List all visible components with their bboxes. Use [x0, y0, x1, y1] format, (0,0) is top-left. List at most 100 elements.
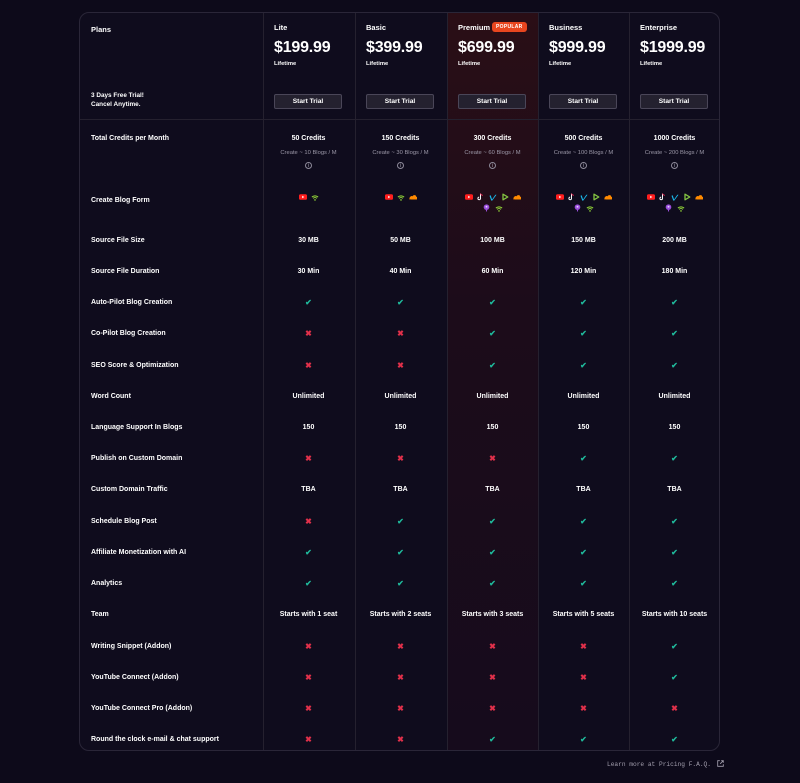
feature-value: 30 Min [297, 268, 320, 275]
check-icon: ✔ [397, 548, 404, 557]
plan-price: $1999.99 [640, 39, 706, 56]
info-icon[interactable]: i [397, 162, 404, 169]
info-icon[interactable]: i [580, 162, 587, 169]
pricing-table: Plans 3 Days Free Trial! Cancel Anytime.… [79, 12, 720, 751]
youtube-icon [298, 193, 307, 201]
soundcloud-icon [694, 193, 703, 201]
feature-value: 200 MB [662, 237, 687, 244]
check-icon: ✔ [489, 579, 496, 588]
platform-icons [552, 193, 615, 212]
header-divider [80, 119, 719, 120]
platform-icons [461, 193, 524, 212]
feature-value: 150 [486, 424, 499, 431]
rumble-icon [683, 193, 691, 201]
credits-blogs-estimate: Create ~ 10 Blogs / M [280, 150, 337, 156]
plan-price: $999.99 [549, 39, 606, 56]
start-trial-button[interactable]: Start Trial [366, 94, 434, 109]
check-icon: ✔ [580, 329, 587, 338]
check-icon: ✔ [671, 517, 678, 526]
cross-icon: ✖ [397, 673, 404, 682]
check-icon: ✔ [305, 548, 312, 557]
feature-label: SEO Score & Optimization [91, 362, 179, 369]
feature-value: 100 MB [480, 237, 505, 244]
trial-note: 3 Days Free Trial! Cancel Anytime. [91, 92, 144, 109]
rss-icon [311, 193, 319, 201]
feature-label: Auto-Pilot Blog Creation [91, 299, 173, 306]
feature-value: TBA [576, 486, 591, 493]
credits-value: 300 Credits [473, 135, 512, 142]
rss-icon [397, 193, 405, 201]
plan-period: Lifetime [274, 61, 297, 67]
check-icon: ✔ [305, 579, 312, 588]
tiktok-icon [568, 193, 576, 201]
check-icon: ✔ [489, 329, 496, 338]
cross-icon: ✖ [305, 361, 312, 370]
feature-label: Language Support In Blogs [91, 424, 183, 431]
plan-column-premium: Premium POPULAR $699.99 Lifetime Start Trial [447, 13, 538, 119]
cross-icon: ✖ [397, 704, 404, 713]
feature-value: 60 Min [481, 268, 504, 275]
feature-value: Starts with 2 seats [369, 611, 432, 618]
info-icon[interactable]: i [671, 162, 678, 169]
check-icon: ✔ [671, 298, 678, 307]
feature-label: Custom Domain Traffic [91, 486, 168, 493]
feature-value: 150 [302, 424, 315, 431]
platform-icons [643, 193, 706, 212]
premium-column-highlight [447, 13, 538, 750]
soundcloud-icon [603, 193, 612, 201]
plan-name: Lite [274, 23, 288, 32]
start-trial-button[interactable]: Start Trial [458, 94, 526, 109]
podcast-icon [665, 204, 673, 212]
plan-name: Enterprise [640, 23, 678, 32]
podcast-icon [574, 204, 582, 212]
check-icon: ✔ [489, 517, 496, 526]
check-icon: ✔ [489, 548, 496, 557]
cross-icon: ✖ [305, 642, 312, 651]
start-trial-button[interactable]: Start Trial [549, 94, 617, 109]
check-icon: ✔ [671, 361, 678, 370]
rss-icon [586, 204, 594, 212]
external-link-icon [716, 760, 724, 769]
feature-label: Total Credits per Month [91, 135, 170, 142]
info-icon[interactable]: i [489, 162, 496, 169]
credits-value: 500 Credits [564, 135, 603, 142]
feature-value: 40 Min [389, 268, 412, 275]
cross-icon: ✖ [397, 642, 404, 651]
start-trial-button[interactable]: Start Trial [274, 94, 342, 109]
start-trial-button[interactable]: Start Trial [640, 94, 708, 109]
column-divider [263, 13, 264, 750]
youtube-icon [646, 193, 655, 201]
cross-icon: ✖ [305, 673, 312, 682]
feature-value: Starts with 1 seat [279, 611, 338, 618]
rss-icon [495, 204, 503, 212]
credits-blogs-estimate: Create ~ 60 Blogs / M [464, 150, 521, 156]
plan-period: Lifetime [640, 61, 663, 67]
check-icon: ✔ [671, 329, 678, 338]
feature-label: Co-Pilot Blog Creation [91, 330, 166, 337]
check-icon: ✔ [397, 517, 404, 526]
plan-period: Lifetime [458, 61, 481, 67]
feature-value: 150 [577, 424, 590, 431]
credits-blogs-estimate: Create ~ 100 Blogs / M [553, 150, 614, 156]
feature-value: TBA [485, 486, 500, 493]
plan-period: Lifetime [549, 61, 572, 67]
feature-label: YouTube Connect (Addon) [91, 674, 179, 681]
info-icon[interactable]: i [305, 162, 312, 169]
column-divider [447, 13, 448, 750]
check-icon: ✔ [671, 673, 678, 682]
feature-value: 180 Min [661, 268, 688, 275]
youtube-icon [384, 193, 393, 201]
popular-badge: POPULAR [492, 22, 527, 32]
feature-value: Starts with 3 seats [461, 611, 524, 618]
check-icon: ✔ [580, 517, 587, 526]
cross-icon: ✖ [489, 454, 496, 463]
pricing-faq-link-text[interactable]: Learn more at Pricing F.A.Q. [607, 761, 711, 768]
tiktok-icon [477, 193, 485, 201]
credits-value: 150 Credits [381, 135, 420, 142]
check-icon: ✔ [580, 298, 587, 307]
feature-value: 150 [668, 424, 681, 431]
feature-label: Source File Size [91, 237, 145, 244]
cross-icon: ✖ [397, 735, 404, 744]
feature-value: 50 MB [390, 237, 411, 244]
pricing-faq-link[interactable]: Learn more at Pricing F.A.Q. [607, 760, 724, 769]
